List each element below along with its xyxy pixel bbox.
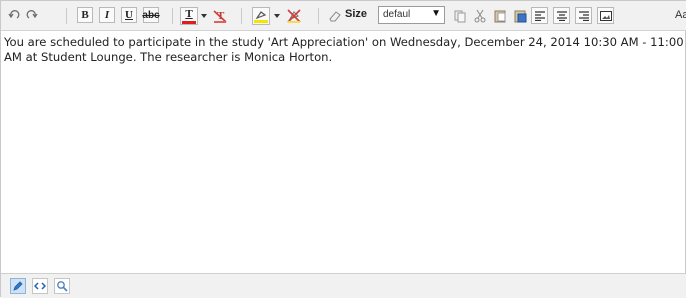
clear-formatting-button[interactable] [326,7,343,24]
font-color-swatch [182,20,196,24]
align-center-button[interactable] [553,7,570,24]
align-right-button[interactable] [575,7,592,24]
paste-button[interactable] [491,7,508,24]
preview-mode-button[interactable] [54,278,70,294]
toolbar-separator [241,8,242,24]
italic-button[interactable]: I [99,7,115,23]
paste-from-word-button[interactable] [511,7,528,24]
highlighter-icon [255,10,267,19]
html-mode-button[interactable] [32,278,48,294]
redo-icon [26,9,38,19]
align-center-icon [556,10,567,21]
align-right-icon [578,10,589,21]
chevron-down-icon: ▼ [431,8,441,19]
image-icon [599,10,612,21]
font-color-dropdown-arrow[interactable] [200,7,208,24]
pencil-icon [13,281,23,291]
highlight-color-swatch [254,19,268,23]
highlight-dropdown-arrow[interactable] [273,7,281,24]
font-color-letter: T [185,7,193,20]
magnifier-icon [57,281,68,292]
remove-font-color-button[interactable]: T [211,7,228,24]
font-family-label[interactable]: Aa [675,9,686,21]
undo-button[interactable] [5,7,22,24]
editor-toolbar: B I U abc T T Size defaul ▼ Aa [1,1,686,31]
insert-image-button[interactable] [597,7,614,24]
font-size-select[interactable]: defaul ▼ [378,6,445,24]
design-mode-button[interactable] [10,278,26,294]
align-left-icon [534,10,545,21]
undo-icon [7,9,19,19]
highlight-button[interactable] [252,7,270,25]
paste-word-icon [514,10,526,22]
underline-button[interactable]: U [121,7,137,23]
size-label: Size [345,8,368,20]
redo-button[interactable] [23,7,40,24]
bold-button[interactable]: B [77,7,93,23]
editor-content-area[interactable]: You are scheduled to participate in the … [1,32,686,272]
toolbar-separator [318,8,319,24]
remove-highlight-button[interactable] [285,7,302,24]
font-size-value: defaul [383,9,411,20]
code-icon [34,282,46,290]
toolbar-separator [66,8,67,24]
remove-color-icon: T [212,10,227,23]
chevron-down-icon [274,13,280,18]
strikethrough-button[interactable]: abc [142,7,160,23]
paste-icon [494,10,505,22]
eraser-icon [328,10,341,21]
copy-button[interactable] [451,7,468,24]
align-left-button[interactable] [531,7,548,24]
copy-icon [454,10,465,22]
scheduled-message: You are scheduled to participate in the … [4,35,684,64]
font-color-button[interactable]: T [180,7,198,25]
toolbar-separator [172,8,173,24]
scissors-icon [474,9,485,22]
chevron-down-icon [201,13,207,18]
editor-mode-bar [1,273,686,298]
cut-button[interactable] [471,7,488,24]
remove-highlight-icon [286,8,301,23]
rich-text-editor: B I U abc T T Size defaul ▼ Aa You are s… [0,0,686,298]
